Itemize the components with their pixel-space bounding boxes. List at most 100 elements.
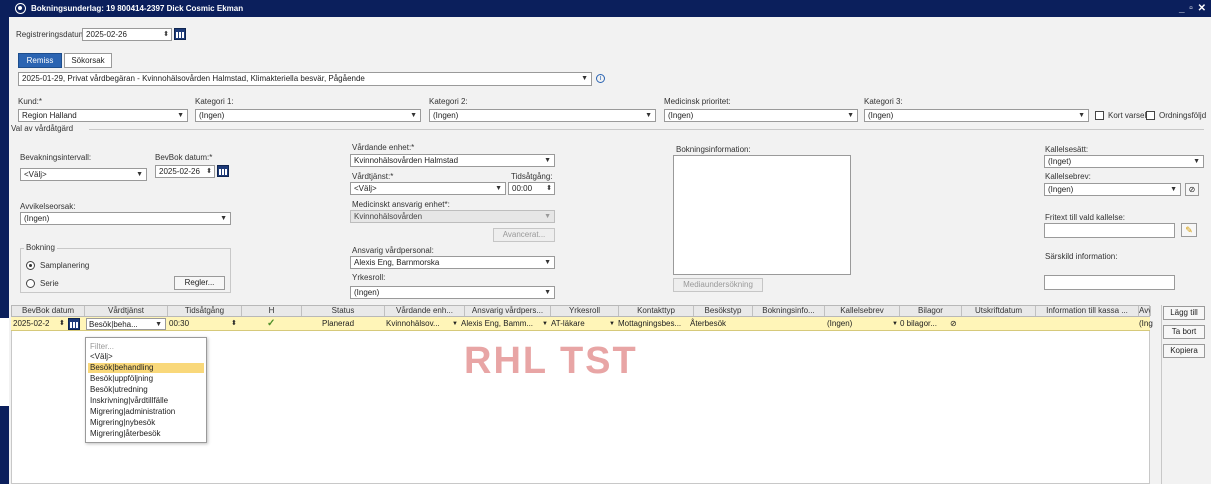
bokning-label: Bokning bbox=[24, 243, 57, 252]
bevakningsintervall-select[interactable]: <Välj> ▼ bbox=[20, 168, 147, 181]
col-kallelsebrev[interactable]: Kallelsebrev bbox=[825, 306, 900, 316]
tidsatgang-field[interactable]: 00:00 ⬍ bbox=[508, 182, 555, 195]
col-status[interactable]: Status bbox=[302, 306, 385, 316]
cell-vardtjanst[interactable]: Besök|beha... ▼ bbox=[86, 318, 166, 330]
sarskild-information-input[interactable] bbox=[1044, 275, 1175, 290]
col-bevbok-datum[interactable]: BevBok datum bbox=[12, 306, 85, 316]
sarskild-information-label: Särskild information: bbox=[1045, 252, 1118, 261]
tab-remiss[interactable]: Remiss bbox=[18, 53, 62, 68]
cell-date[interactable]: 2025-02-2 bbox=[13, 318, 49, 330]
chevron-down-icon: ▼ bbox=[220, 215, 227, 222]
regler-button[interactable]: Regler... bbox=[174, 276, 225, 290]
cell-bilagor[interactable]: 0 bilagor... bbox=[900, 318, 937, 330]
vardtjanst-select[interactable]: <Välj> ▼ bbox=[350, 182, 506, 195]
samplanering-radio[interactable] bbox=[26, 261, 35, 270]
info-icon[interactable]: i bbox=[596, 74, 605, 83]
chevron-down-icon: ▼ bbox=[1193, 158, 1200, 165]
medicinsk-prioritet-select[interactable]: (Ingen) ▼ bbox=[664, 109, 858, 122]
pencil-icon[interactable]: ✎ bbox=[1181, 223, 1197, 237]
table-row[interactable]: 2025-02-2 ⬍ Besök|beha... ▼ 00:30 ⬍ ✓ Pl… bbox=[11, 317, 1153, 331]
col-avvi[interactable]: Avvi bbox=[1139, 306, 1151, 316]
dropdown-item[interactable]: Besök|utredning bbox=[88, 385, 204, 395]
col-information-kassa[interactable]: Information till kassa ... bbox=[1036, 306, 1139, 316]
calendar-icon[interactable] bbox=[68, 318, 80, 330]
paperclip-icon[interactable]: ⊘ bbox=[1185, 183, 1199, 196]
vardande-enhet-select[interactable]: Kvinnohälsovården Halmstad ▼ bbox=[350, 154, 555, 167]
dropdown-item[interactable]: Inskrivning|vårdtillfälle bbox=[88, 396, 204, 406]
lagg-till-button[interactable]: Lägg till bbox=[1163, 306, 1205, 320]
remiss-select[interactable]: 2025-01-29, Privat vårdbegäran - Kvinnoh… bbox=[18, 72, 592, 86]
paperclip-icon[interactable]: ⊘ bbox=[950, 318, 957, 330]
cell-besok[interactable]: Återbesök bbox=[690, 318, 726, 330]
kategori1-value: (Ingen) bbox=[199, 111, 225, 120]
col-vardande-enhet[interactable]: Vårdande enh... bbox=[385, 306, 465, 316]
kategori2-label: Kategori 2: bbox=[429, 97, 468, 106]
dropdown-item[interactable]: <Välj> bbox=[88, 352, 204, 362]
vardande-enhet-label: Vårdande enhet:* bbox=[352, 143, 415, 152]
col-h[interactable]: H bbox=[242, 306, 302, 316]
window-controls[interactable]: _ ▫ ✕ bbox=[1179, 0, 1207, 17]
cell-kontakt[interactable]: Mottagningsbes... bbox=[618, 318, 681, 330]
cell-enhet[interactable]: Kvinnohälsov... bbox=[386, 318, 440, 330]
col-ansvarig-vardpersonal[interactable]: Ansvarig vårdpers... bbox=[465, 306, 551, 316]
yrkesroll-select[interactable]: (Ingen) ▼ bbox=[350, 286, 555, 299]
ta-bort-button[interactable]: Ta bort bbox=[1163, 325, 1205, 339]
avvikelseorsak-label: Avvikelseorsak: bbox=[20, 202, 76, 211]
kategori1-select[interactable]: (Ingen) ▼ bbox=[195, 109, 421, 122]
registration-date-value: 2025-02-26 bbox=[86, 30, 127, 39]
fritext-input[interactable] bbox=[1044, 223, 1175, 238]
col-kontakttyp[interactable]: Kontakttyp bbox=[619, 306, 694, 316]
chevron-down-icon: ▼ bbox=[544, 157, 551, 164]
dropdown-item-selected[interactable]: Besök|behandling bbox=[88, 363, 204, 373]
cell-yrke[interactable]: AT-läkare bbox=[551, 318, 585, 330]
avvikelseorsak-select[interactable]: (Ingen) ▼ bbox=[20, 212, 231, 225]
dropdown-item[interactable]: Besök|uppföljning bbox=[88, 374, 204, 384]
mediaundersokning-button[interactable]: Mediaundersökning bbox=[673, 278, 763, 292]
kategori3-select[interactable]: (Ingen) ▼ bbox=[864, 109, 1089, 122]
kort-varsel-checkbox[interactable] bbox=[1095, 111, 1104, 120]
kallelsebrev-select[interactable]: (Ingen) ▼ bbox=[1044, 183, 1181, 196]
serie-radio[interactable] bbox=[26, 279, 35, 288]
avancerat-button[interactable]: Avancerat... bbox=[493, 228, 555, 242]
chevron-down-icon: ▼ bbox=[177, 112, 184, 119]
calendar-icon[interactable] bbox=[217, 165, 229, 177]
kund-value: Region Halland bbox=[22, 111, 77, 120]
col-utskriftdatum[interactable]: Utskriftdatum bbox=[962, 306, 1036, 316]
cell-avvi[interactable]: (Ing bbox=[1139, 318, 1153, 330]
chevron-down-icon: ▼ bbox=[410, 112, 417, 119]
kund-select[interactable]: Region Halland ▼ bbox=[18, 109, 188, 122]
bevbok-datum-field[interactable]: 2025-02-26 ⬍ bbox=[155, 165, 215, 178]
dropdown-item[interactable]: Migrering|återbesök bbox=[88, 429, 204, 439]
dropdown-filter[interactable]: Filter... bbox=[88, 342, 204, 352]
tab-sokorsak[interactable]: Sökorsak bbox=[64, 53, 112, 68]
kallelsesatt-label: Kallelsesätt: bbox=[1045, 145, 1089, 154]
bokningsinformation-textarea[interactable] bbox=[673, 155, 851, 275]
cell-tid[interactable]: 00:30 bbox=[169, 318, 189, 330]
registration-date-field[interactable]: 2025-02-26 ⬍ bbox=[82, 28, 172, 41]
col-bokningsinfo[interactable]: Bokningsinfo... bbox=[753, 306, 825, 316]
col-bilagor[interactable]: Bilagor bbox=[900, 306, 962, 316]
ordningsfoljd-checkbox[interactable] bbox=[1146, 111, 1155, 120]
chevron-down-icon: ▼ bbox=[542, 321, 548, 327]
kategori2-select[interactable]: (Ingen) ▼ bbox=[429, 109, 656, 122]
col-vardtjanst[interactable]: Vårdtjänst bbox=[85, 306, 168, 316]
col-tidsatgang[interactable]: Tidsåtgång bbox=[168, 306, 242, 316]
section-title: Val av vårdåtgärd bbox=[11, 124, 74, 133]
kopiera-button[interactable]: Kopiera bbox=[1163, 344, 1205, 358]
col-besokstyp[interactable]: Besökstyp bbox=[694, 306, 753, 316]
col-yrkesroll[interactable]: Yrkesroll bbox=[551, 306, 619, 316]
cell-pers[interactable]: Alexis Eng, Bamm... bbox=[461, 318, 533, 330]
cell-kallbrev[interactable]: (Ingen) bbox=[827, 318, 852, 330]
calendar-icon[interactable] bbox=[174, 28, 186, 40]
ansvarig-vardpersonal-select[interactable]: Alexis Eng, Barnmorska ▼ bbox=[350, 256, 555, 269]
chevron-down-icon: ▼ bbox=[495, 185, 502, 192]
dropdown-item[interactable]: Migrering|nybesök bbox=[88, 418, 204, 428]
chevron-down-icon: ▼ bbox=[544, 259, 551, 266]
kallelsesatt-select[interactable]: (Inget) ▼ bbox=[1044, 155, 1204, 168]
chevron-down-icon: ▼ bbox=[155, 321, 162, 328]
yrkesroll-label: Yrkesroll: bbox=[352, 273, 386, 282]
dropdown-item[interactable]: Migrering|administration bbox=[88, 407, 204, 417]
left-edge-bar bbox=[0, 0, 9, 484]
kategori2-value: (Ingen) bbox=[433, 111, 459, 120]
tidsatgang-value: 00:00 bbox=[512, 184, 533, 193]
